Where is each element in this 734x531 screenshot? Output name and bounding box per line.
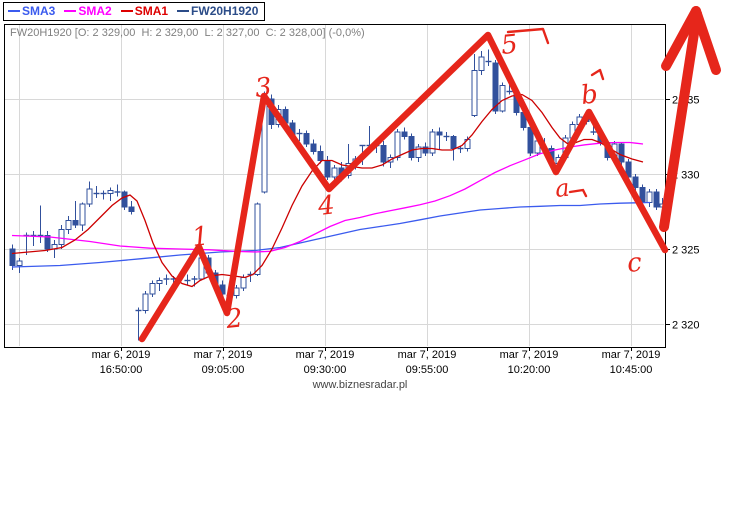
legend-item-label: SMA3 xyxy=(22,4,56,18)
x-tick-time: 10:45:00 xyxy=(610,364,653,376)
candle-up xyxy=(331,167,338,178)
candle-down xyxy=(121,191,128,208)
candle-down xyxy=(632,176,639,188)
wave-label-1: 1 xyxy=(191,221,211,253)
candle-up xyxy=(156,280,163,284)
wave-label-b: b xyxy=(580,79,600,111)
candle-down xyxy=(408,136,415,158)
candle-up xyxy=(79,203,86,226)
x-tick-date: mar 6, 2019 xyxy=(92,349,151,361)
candle-down xyxy=(436,131,443,136)
x-tick-date: mar 7, 2019 xyxy=(296,349,355,361)
x-tick-time: 16:50:00 xyxy=(100,364,143,376)
wave-label-2: 2 xyxy=(224,303,245,335)
legend-item-fw20h1920[interactable]: FW20H1920 xyxy=(177,4,258,18)
line-swatch-icon xyxy=(120,10,133,12)
legend-item-sma2[interactable]: SMA2 xyxy=(64,4,112,18)
legend-item-label: FW20H1920 xyxy=(191,4,259,18)
wave-label-5: 5 xyxy=(500,29,520,61)
chart-window: 2 335 2 330 2 325 2 320 mar 6, 2019 16:50:00 m… xyxy=(0,0,734,531)
x-tick-date: mar 7, 2019 xyxy=(194,349,253,361)
candle-down xyxy=(450,136,457,149)
y-tick-label: 2 325 xyxy=(672,245,700,257)
candle-down xyxy=(492,62,499,112)
x-tick-time: 09:55:00 xyxy=(406,364,449,376)
legend-item-label: SMA1 xyxy=(134,4,169,18)
y-tick-label: 2 320 xyxy=(672,320,700,332)
line-swatch-icon xyxy=(8,10,20,12)
wave-label-4: 4 xyxy=(316,190,337,222)
ohlc-info-line: FW20H1920 [O: 2 329,00 H: 2 329,00 L: 2 … xyxy=(10,27,365,39)
line-swatch-icon xyxy=(64,10,77,12)
candle-down xyxy=(310,143,317,152)
candle-down xyxy=(380,145,387,163)
candle-down xyxy=(72,220,79,226)
big-up-arrow-head xyxy=(691,6,721,75)
candle-up xyxy=(429,131,436,154)
candle-down xyxy=(324,160,331,178)
candle-down xyxy=(128,206,135,212)
wave-label-a: a xyxy=(554,174,571,203)
x-tick-time: 09:30:00 xyxy=(304,364,347,376)
candle-up xyxy=(478,56,485,71)
candle-up xyxy=(65,220,72,230)
candle-down xyxy=(317,151,324,161)
legend-item-sma1[interactable]: SMA1 xyxy=(120,4,169,18)
price-chart: 2 3352 3302 3252 320mar 6, 201916:50:00m… xyxy=(4,6,721,391)
x-tick-date: mar 7, 2019 xyxy=(398,349,457,361)
legend: SMA3 SMA2 SMA1 FW20H1920 xyxy=(3,2,266,21)
candle-down xyxy=(401,131,408,137)
candle-up xyxy=(240,277,247,289)
line-swatch-icon xyxy=(177,10,190,12)
watermark[interactable]: www.biznesradar.pl xyxy=(312,379,408,391)
x-tick-time: 10:20:00 xyxy=(508,364,551,376)
candle-down xyxy=(9,248,16,266)
wave-label-3: 3 xyxy=(254,72,274,104)
candle-up xyxy=(107,190,114,194)
candle-up xyxy=(254,203,261,275)
candle-up xyxy=(149,283,156,295)
candle-up xyxy=(471,70,478,116)
candle-up xyxy=(646,191,653,203)
x-tick-date: mar 7, 2019 xyxy=(500,349,559,361)
candle-down xyxy=(618,143,625,163)
candle-up xyxy=(58,229,65,245)
candle-up xyxy=(86,188,93,205)
candle-up xyxy=(394,131,401,158)
x-tick-date: mar 7, 2019 xyxy=(602,349,661,361)
x-axis: mar 6, 2019 16:50:00 mar 7, 2019 09:05:00 ma… xyxy=(92,347,661,376)
x-tick-time: 09:05:00 xyxy=(202,364,245,376)
candle-up xyxy=(499,85,506,112)
candle-down xyxy=(653,191,660,208)
candle-up xyxy=(233,287,240,296)
candle-up xyxy=(142,293,149,311)
candle-down xyxy=(303,133,310,145)
legend-item-sma3[interactable]: SMA3 xyxy=(8,4,55,18)
candle-up xyxy=(16,260,23,266)
legend-item-label: SMA2 xyxy=(78,4,112,18)
